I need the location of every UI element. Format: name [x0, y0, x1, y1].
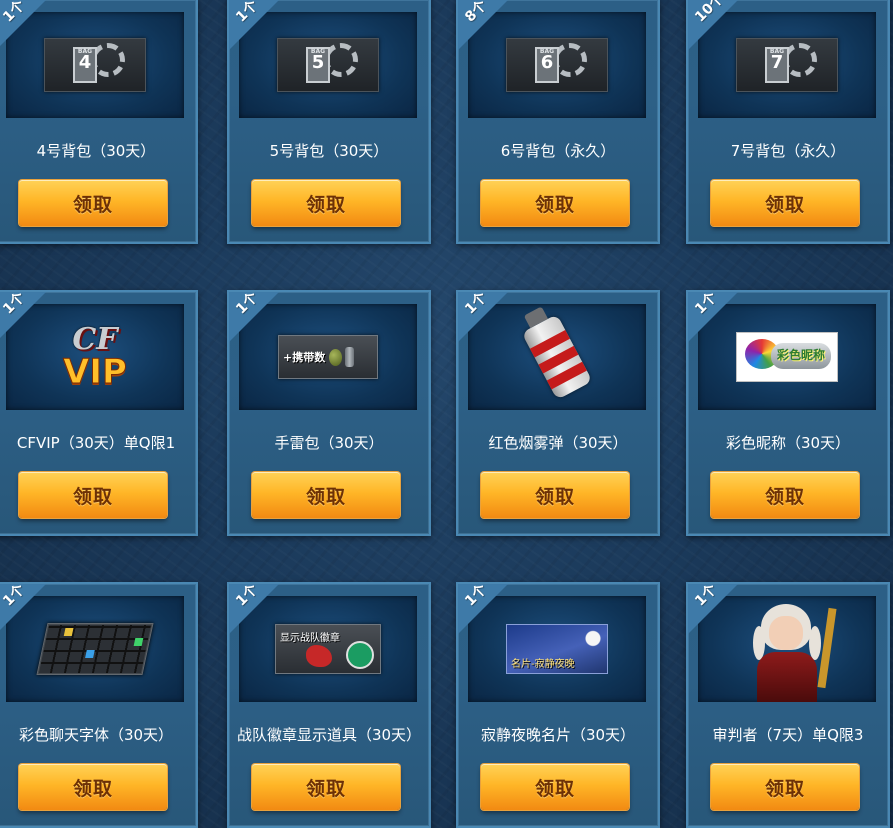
claim-button[interactable]: 领取 [252, 764, 400, 810]
item-name: 彩色聊天字体（30天） [18, 726, 174, 744]
bag-4-icon: BAG 4 [44, 38, 146, 92]
item-card-red-smoke: 1个 红色烟雾弹（30天） 领取 [456, 290, 660, 536]
item-card-bag-6: 8个 BAG 6 6号背包（永久） 领取 [456, 0, 660, 244]
claim-button[interactable]: 领取 [711, 180, 859, 226]
item-name: 手雷包（30天） [274, 434, 384, 452]
item-card-colored-nickname: 1个 彩色昵称 彩色昵称（30天） 领取 [686, 290, 890, 536]
grenade-pack-icon: +携带数 [278, 335, 378, 379]
item-card-bag-4: 1个 BAG 4 4号背包（30天） 领取 [0, 0, 198, 244]
colored-nickname-icon: 彩色昵称 [736, 332, 838, 382]
item-card-grenade-pack: 1个 +携带数 手雷包（30天） 领取 [227, 290, 431, 536]
item-card-silent-night-card: 1个 名片-寂静夜晚 寂静夜晚名片（30天） 领取 [456, 582, 660, 828]
item-name: 寂静夜晚名片（30天） [480, 726, 636, 744]
item-name: CFVIP（30天）单Q限1 [16, 434, 176, 452]
bag-7-icon: BAG 7 [736, 38, 838, 92]
item-card-bag-7: 10个 BAG 7 7号背包（永久） 领取 [686, 0, 890, 244]
item-name: 7号背包（永久） [730, 142, 846, 160]
item-card-cfvip: 1个 CF VIP CFVIP（30天）单Q限1 领取 [0, 290, 198, 536]
item-name: 战队徽章显示道具（30天） [236, 726, 422, 744]
clan-badge-icon: 显示战队徽章 [275, 624, 381, 674]
bag-6-icon: BAG 6 [506, 38, 608, 92]
item-name: 审判者（7天）单Q限3 [712, 726, 864, 744]
item-card-clan-badge: 1个 显示战队徽章 战队徽章显示道具（30天） 领取 [227, 582, 431, 828]
claim-button[interactable]: 领取 [252, 472, 400, 518]
item-name: 红色烟雾弹（30天） [488, 434, 628, 452]
claim-button[interactable]: 领取 [19, 472, 167, 518]
item-card-bag-5: 1个 BAG 5 5号背包（30天） 领取 [227, 0, 431, 244]
item-name: 6号背包（永久） [500, 142, 616, 160]
item-card-colored-chat-font: 1个 彩色聊天字体（30天） 领取 [0, 582, 198, 828]
claim-button[interactable]: 领取 [481, 764, 629, 810]
cf-vip-logo-icon: CF VIP [63, 322, 128, 392]
claim-button[interactable]: 领取 [711, 472, 859, 518]
claim-button[interactable]: 领取 [711, 764, 859, 810]
claim-button[interactable]: 领取 [252, 180, 400, 226]
bag-5-icon: BAG 5 [277, 38, 379, 92]
item-name: 彩色昵称（30天） [725, 434, 851, 452]
claim-button[interactable]: 领取 [19, 180, 167, 226]
keyboard-icon [36, 623, 154, 675]
silent-night-card-icon: 名片-寂静夜晚 [506, 624, 608, 674]
judge-character-icon [747, 596, 837, 702]
claim-button[interactable]: 领取 [19, 764, 167, 810]
claim-button[interactable]: 领取 [481, 472, 629, 518]
claim-button[interactable]: 领取 [481, 180, 629, 226]
item-name: 4号背包（30天） [36, 142, 156, 160]
item-card-judge: 1个 审判者（7天）单Q限3 领取 [686, 582, 890, 828]
item-name: 5号背包（30天） [269, 142, 389, 160]
red-smoke-grenade-icon [521, 306, 593, 400]
